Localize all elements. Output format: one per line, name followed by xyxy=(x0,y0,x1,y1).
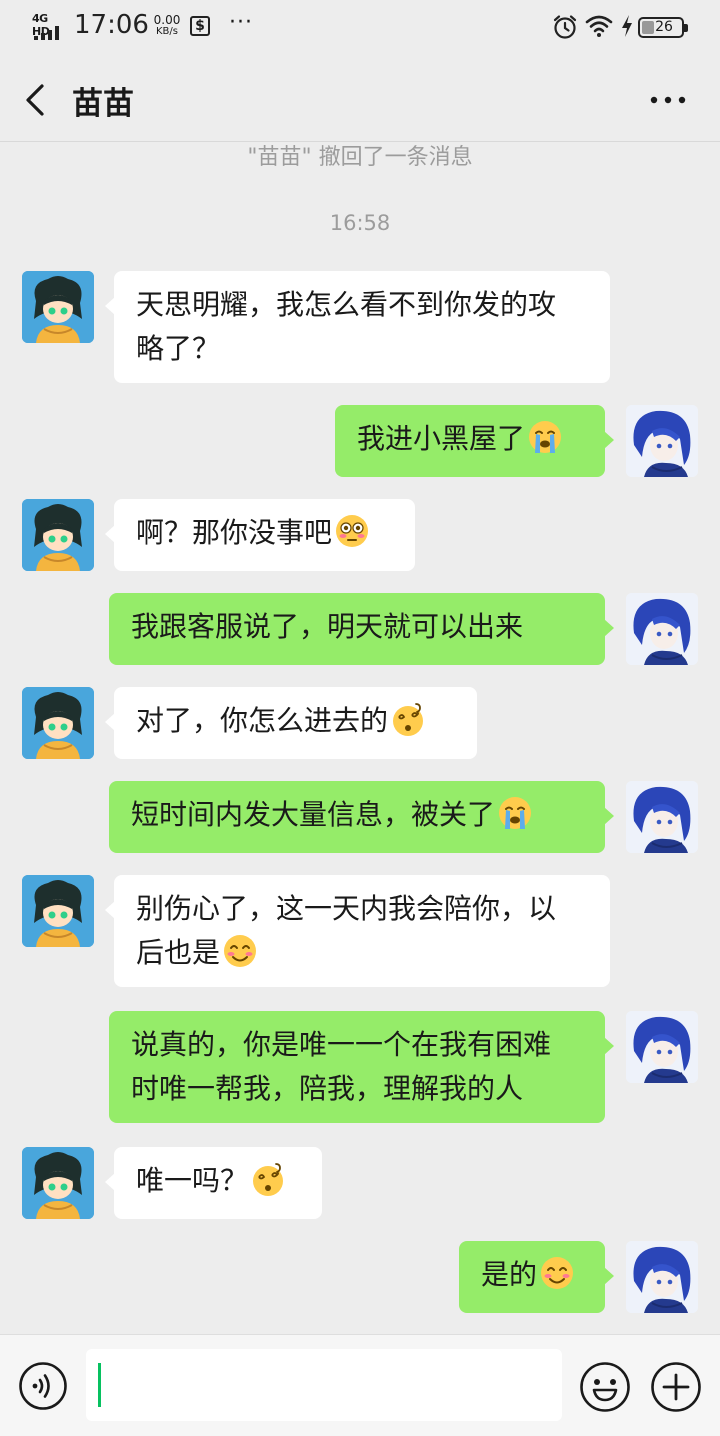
chevron-left-icon[interactable] xyxy=(22,80,50,120)
recall-notice: "苗苗" 撤回了一条消息 xyxy=(247,145,473,170)
smiling-face-icon xyxy=(222,933,258,969)
dizzy-face-icon xyxy=(390,701,426,737)
message-text: 我跟客服说了，明天就可以出来 xyxy=(131,610,524,643)
message-text: 对了，你怎么进去的 xyxy=(136,704,389,737)
contact-avatar[interactable] xyxy=(22,499,94,571)
sent-message-bubble[interactable]: 短时间内发大量信息，被关了 xyxy=(109,781,614,853)
received-message-bubble[interactable]: 天思明耀，我怎么看不到你发的攻 略了？ xyxy=(105,271,610,383)
crying-face-icon xyxy=(527,419,563,455)
received-message-bubble[interactable]: 啊？那你没事吧 xyxy=(105,499,415,571)
flushed-face-icon xyxy=(334,513,370,549)
contact-avatar[interactable] xyxy=(22,1147,94,1219)
battery-level: 26 xyxy=(655,19,673,35)
speed-unit: KB/s xyxy=(156,26,178,37)
contact-avatar[interactable] xyxy=(22,875,94,947)
more-notifications-icon: ··· xyxy=(229,10,253,35)
message-text: 别伤心了，这一天内我会陪你，以 后也是 xyxy=(136,892,557,969)
chat-title: 苗苗 xyxy=(72,86,134,122)
message-text: 短时间内发大量信息，被关了 xyxy=(131,798,496,831)
emoji-icon[interactable] xyxy=(579,1361,631,1413)
status-bar: 4G HD 17:06 0.00 KB/s $ ··· 26 xyxy=(0,0,720,56)
my-avatar[interactable] xyxy=(626,405,698,477)
my-avatar[interactable] xyxy=(626,593,698,665)
chat-header: 苗苗 xyxy=(0,56,720,142)
plus-icon[interactable] xyxy=(650,1361,702,1413)
message-list[interactable]: "苗苗" 撤回了一条消息 16:58 天思明耀，我怎么看不到你发的攻 略了？ 我进… xyxy=(0,143,720,1334)
my-avatar[interactable] xyxy=(626,1241,698,1313)
dizzy-face-icon xyxy=(250,1161,286,1197)
message-text: 天思明耀，我怎么看不到你发的攻 略了？ xyxy=(136,288,557,365)
message-text: 是的 xyxy=(481,1258,538,1291)
text-cursor xyxy=(98,1363,101,1407)
message-text: 我进小黑屋了 xyxy=(357,422,526,455)
sent-message-bubble[interactable]: 是的 xyxy=(459,1241,614,1313)
alarm-icon xyxy=(553,15,577,39)
my-avatar[interactable] xyxy=(626,1011,698,1083)
received-message-bubble[interactable]: 别伤心了，这一天内我会陪你，以 后也是 xyxy=(105,875,610,987)
sent-message-bubble[interactable]: 我进小黑屋了 xyxy=(335,405,614,477)
speed-value: 0.00 xyxy=(153,13,181,27)
message-timestamp: 16:58 xyxy=(329,211,391,235)
dollar-icon: $ xyxy=(190,16,210,36)
network-signal-icon: 4G HD xyxy=(32,12,68,40)
message-text: 啊？那你没事吧 xyxy=(136,516,333,549)
more-dots-icon[interactable] xyxy=(648,88,688,112)
network-speed: 0.00 KB/s xyxy=(150,14,184,38)
battery-icon: 26 xyxy=(638,17,688,38)
charging-icon xyxy=(622,15,632,37)
message-text: 说真的，你是唯一一个在我有困难 时唯一帮我，陪我，理解我的人 xyxy=(131,1028,552,1105)
message-input[interactable] xyxy=(86,1349,562,1421)
wifi-icon xyxy=(585,15,613,37)
received-message-bubble[interactable]: 唯一吗？ xyxy=(105,1147,322,1219)
input-bar xyxy=(0,1334,720,1436)
received-message-bubble[interactable]: 对了，你怎么进去的 xyxy=(105,687,477,759)
smiling-face-icon xyxy=(539,1255,575,1291)
my-avatar[interactable] xyxy=(626,781,698,853)
contact-avatar[interactable] xyxy=(22,687,94,759)
sent-message-bubble[interactable]: 说真的，你是唯一一个在我有困难 时唯一帮我，陪我，理解我的人 xyxy=(109,1011,614,1123)
crying-face-icon xyxy=(497,795,533,831)
contact-avatar[interactable] xyxy=(22,271,94,343)
sent-message-bubble[interactable]: 我跟客服说了，明天就可以出来 xyxy=(109,593,614,665)
clock: 17:06 xyxy=(74,10,149,40)
message-text: 唯一吗？ xyxy=(136,1164,249,1197)
voice-icon[interactable] xyxy=(18,1361,68,1411)
